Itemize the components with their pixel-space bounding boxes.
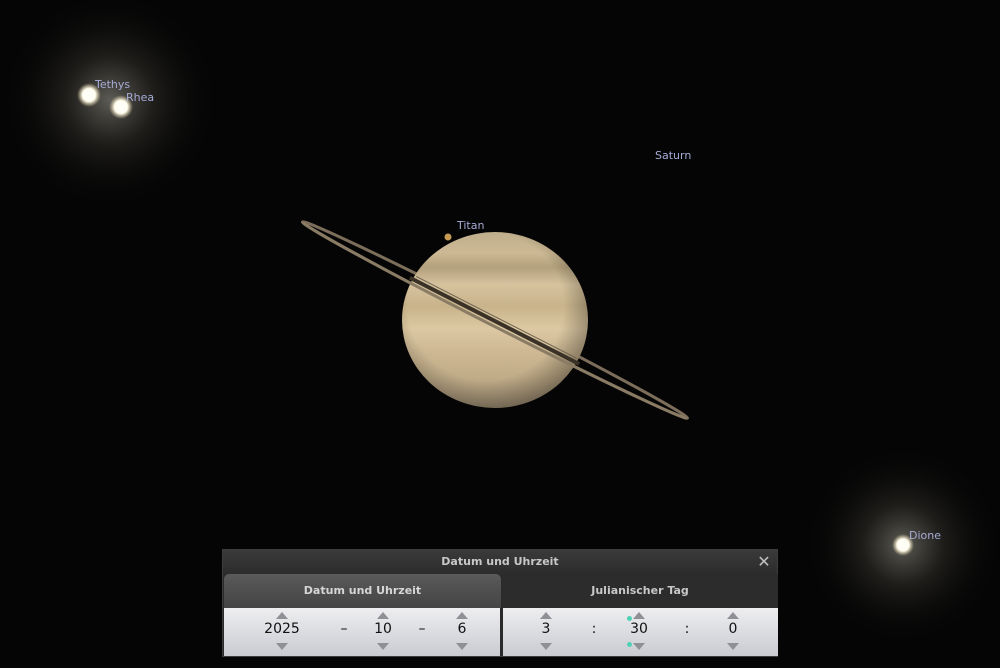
- date-separator: –: [418, 621, 426, 637]
- second-value[interactable]: 0: [711, 621, 755, 637]
- month-value[interactable]: 10: [361, 621, 405, 637]
- label-dione: Dione: [909, 529, 941, 542]
- time-separator: :: [591, 621, 597, 637]
- year-down-arrow-icon[interactable]: [276, 643, 288, 650]
- month-spinbox[interactable]: 10: [361, 608, 405, 656]
- label-tethys: Tethys: [95, 78, 131, 91]
- year-spinbox[interactable]: 2025: [260, 608, 304, 656]
- label-titan: Titan: [457, 219, 485, 232]
- saturn-planet[interactable]: [300, 217, 690, 424]
- label-saturn: Saturn: [655, 149, 692, 162]
- day-up-arrow-icon[interactable]: [456, 612, 468, 619]
- day-spinbox[interactable]: 6: [440, 608, 484, 656]
- minute-value[interactable]: 30: [617, 621, 661, 637]
- hour-down-arrow-icon[interactable]: [540, 643, 552, 650]
- minute-down-arrow-icon[interactable]: [633, 643, 645, 650]
- titan-moon[interactable]: [444, 233, 452, 241]
- label-rhea: Rhea: [126, 91, 155, 104]
- tab-date-time[interactable]: Datum und Uhrzeit: [224, 574, 501, 608]
- year-value[interactable]: 2025: [260, 621, 304, 637]
- date-separator: –: [340, 621, 348, 637]
- tethys-moon-core: [83, 89, 95, 101]
- hour-value[interactable]: 3: [524, 621, 568, 637]
- second-spinbox[interactable]: 0: [711, 608, 755, 656]
- minute-up-arrow-icon[interactable]: [633, 612, 645, 619]
- hour-spinbox[interactable]: 3: [524, 608, 568, 656]
- month-down-arrow-icon[interactable]: [377, 643, 389, 650]
- date-time-dialog: Datum und Uhrzeit ✕ Datum und Uhrzeit Ju…: [222, 549, 778, 657]
- minute-spinbox[interactable]: 30: [617, 608, 661, 656]
- day-value[interactable]: 6: [440, 621, 484, 637]
- close-icon[interactable]: ✕: [755, 552, 773, 572]
- day-down-arrow-icon[interactable]: [456, 643, 468, 650]
- hour-up-arrow-icon[interactable]: [540, 612, 552, 619]
- time-panel: 3 : 30 : 0: [503, 608, 778, 656]
- second-down-arrow-icon[interactable]: [727, 643, 739, 650]
- tab-julian-day[interactable]: Julianischer Tag: [502, 574, 778, 608]
- month-up-arrow-icon[interactable]: [377, 612, 389, 619]
- dione-moon-core: [897, 539, 909, 551]
- dialog-title[interactable]: Datum und Uhrzeit: [223, 550, 777, 574]
- date-panel: 2025 – 10 – 6: [224, 608, 500, 656]
- focus-indicator-icon: [627, 642, 632, 647]
- time-separator: :: [684, 621, 690, 637]
- year-up-arrow-icon[interactable]: [276, 612, 288, 619]
- second-up-arrow-icon[interactable]: [727, 612, 739, 619]
